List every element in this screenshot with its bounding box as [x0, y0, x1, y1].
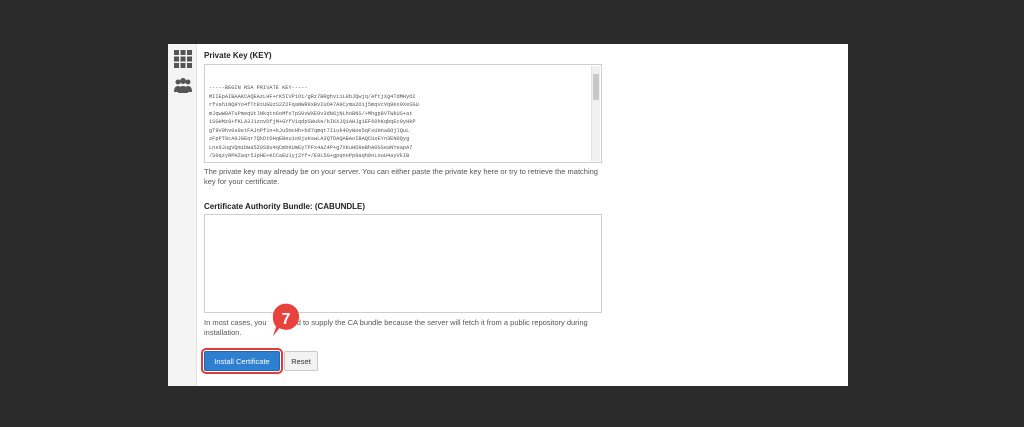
sidebar: [168, 44, 197, 386]
ca-bundle-help: In most cases, you ed to supply the CA bu…: [204, 318, 604, 338]
ca-bundle-label: Certificate Authority Bundle: (CABUNDLE): [204, 202, 366, 211]
private-key-text: -----BEGIN RSA PRIVATE KEY----- MIIEpAIB…: [209, 85, 419, 162]
install-certificate-button[interactable]: Install Certificate: [201, 348, 283, 374]
ca-bundle-textarea[interactable]: [204, 214, 602, 313]
reset-button[interactable]: Reset: [284, 351, 318, 371]
users-icon[interactable]: [173, 75, 193, 95]
grid-icon[interactable]: [173, 49, 193, 69]
step-number: 7: [281, 311, 291, 328]
private-key-label: Private Key (KEY): [204, 51, 272, 60]
scrollbar-thumb[interactable]: [593, 74, 599, 100]
ca-bundle-help-start: In most cases, you: [204, 318, 267, 327]
private-key-scrollbar[interactable]: [591, 66, 600, 161]
private-key-help: The private key may already be on your s…: [204, 167, 598, 186]
private-key-textarea[interactable]: -----BEGIN RSA PRIVATE KEY----- MIIEpAIB…: [204, 64, 602, 163]
